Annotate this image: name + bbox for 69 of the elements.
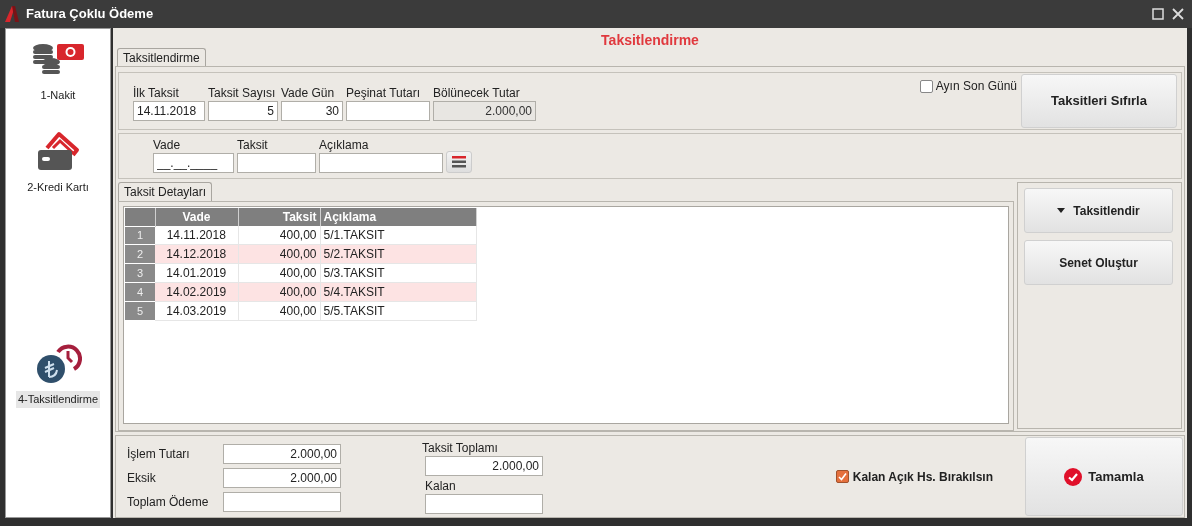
menu-button[interactable] — [446, 151, 472, 173]
table-cell: 5/4.TAKSIT — [320, 282, 476, 302]
column-header: Açıklama — [320, 208, 476, 226]
reset-button[interactable]: Taksitleri Sıfırla — [1021, 74, 1177, 128]
table-cell: 400,00 — [238, 301, 320, 321]
table-cell: 5/2.TAKSIT — [320, 244, 476, 264]
input-field[interactable] — [237, 153, 316, 173]
field-label: Taksit Toplamı — [422, 440, 499, 456]
input-field[interactable]: 2.000,00 — [425, 456, 543, 476]
field-label: Taksit — [237, 137, 269, 153]
field-label: Eksik — [127, 470, 157, 487]
checkbox[interactable] — [835, 470, 849, 483]
field-label: Taksit Sayısı — [208, 85, 277, 101]
input-field[interactable] — [223, 492, 341, 512]
table-cell: 5/5.TAKSIT — [320, 301, 476, 321]
app-logo-icon — [4, 5, 20, 23]
field-label: İlk Taksit — [133, 85, 180, 101]
field-label: Kalan — [425, 478, 457, 494]
action-button[interactable]: Senet Oluştur — [1024, 240, 1173, 285]
coins-banknote-icon[interactable] — [31, 42, 85, 76]
input-field[interactable]: __.__.____ — [153, 153, 234, 173]
field-label: İşlem Tutarı — [127, 446, 191, 463]
close-icon[interactable] — [1172, 8, 1184, 20]
input-field[interactable] — [425, 494, 543, 514]
credit-cards-icon[interactable] — [35, 130, 81, 172]
checkbox-label: Ayın Son Günü — [935, 78, 1017, 95]
column-header: Vade — [155, 208, 238, 226]
field-label: Vade — [153, 137, 182, 153]
checkbox[interactable] — [919, 79, 933, 93]
field-label: Vade Gün — [281, 85, 336, 101]
table-cell: 14.03.2019 — [155, 301, 238, 321]
lira-clock-icon[interactable] — [34, 342, 82, 384]
table-cell: 14.02.2019 — [155, 282, 238, 302]
input-field[interactable]: 2.000,00 — [223, 444, 341, 464]
page-heading: Taksitlendirme — [600, 31, 700, 48]
input-field[interactable]: 5 — [208, 101, 278, 121]
table-cell: 400,00 — [238, 244, 320, 264]
tab[interactable]: Taksitlendirme — [117, 48, 206, 66]
maximize-icon[interactable] — [1152, 8, 1164, 20]
table-cell: 14.11.2018 — [155, 226, 238, 245]
sidebar-item[interactable]: 4-Taksitlendirme — [15, 391, 101, 408]
row-number: 1 — [125, 226, 155, 245]
checkbox-label: Kalan Açık Hs. Bırakılsın — [852, 468, 993, 486]
table-cell: 5/1.TAKSIT — [320, 226, 476, 245]
table-cell: 14.12.2018 — [155, 244, 238, 264]
table-cell: 14.01.2019 — [155, 263, 238, 283]
window-title: Fatura Çoklu Ödeme — [26, 5, 154, 24]
input-field[interactable]: 30 — [281, 101, 343, 121]
input-field[interactable] — [346, 101, 430, 121]
tab[interactable]: Taksit Detayları — [118, 182, 213, 201]
sidebar-item[interactable]: 2-Kredi Kartı — [25, 179, 91, 196]
check-icon — [1064, 467, 1083, 486]
input-field[interactable]: 2.000,00 — [223, 468, 341, 488]
input-field[interactable]: 14.11.2018 — [133, 101, 205, 121]
caret-icon — [1057, 208, 1066, 213]
field-label: Toplam Ödeme — [127, 494, 210, 511]
complete-button[interactable]: Tamamla — [1025, 437, 1183, 516]
field-label: Peşinat Tutarı — [346, 85, 422, 101]
sidebar-item[interactable]: 1-Nakit — [38, 87, 78, 104]
action-button[interactable]: Taksitlendir — [1024, 188, 1173, 233]
table-cell: 400,00 — [238, 226, 320, 245]
input-field[interactable] — [319, 153, 443, 173]
field-label: Açıklama — [319, 137, 370, 153]
field-label: Bölünecek Tutar — [433, 85, 521, 101]
table-cell: 5/3.TAKSIT — [320, 263, 476, 283]
table-cell: 400,00 — [238, 263, 320, 283]
column-header: Taksit — [238, 208, 320, 226]
menu-icon — [452, 156, 466, 168]
table-cell: 400,00 — [238, 282, 320, 302]
